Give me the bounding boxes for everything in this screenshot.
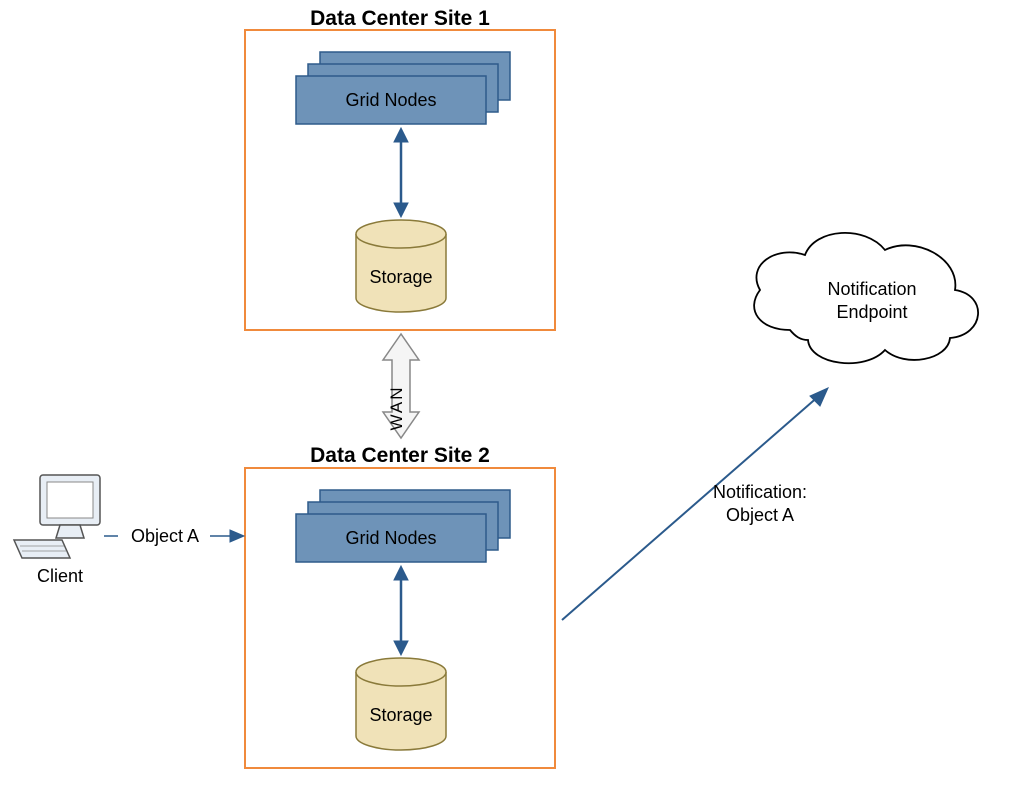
site-1-nodes: Grid Nodes	[296, 52, 510, 124]
site-2-nodes-label: Grid Nodes	[345, 528, 436, 548]
client-label: Client	[37, 566, 83, 586]
site-2-title: Data Center Site 2	[310, 444, 490, 467]
notification-label-1: Notification:	[713, 482, 807, 502]
notification-arrow	[562, 388, 828, 620]
endpoint-label-1: Notification	[827, 279, 916, 299]
notification-label-2: Object A	[726, 505, 794, 525]
site-2-nodes: Grid Nodes	[296, 490, 510, 562]
client: Client	[14, 475, 100, 586]
site-2-storage: Storage	[356, 658, 446, 750]
wan-connector: WAN	[383, 334, 419, 438]
site-2: Data Center Site 2 Grid Nodes Storage	[245, 444, 555, 768]
object-a-label: Object A	[131, 526, 199, 546]
site-1: Data Center Site 1 Grid Nodes Storage	[245, 7, 555, 330]
site-1-storage-label: Storage	[369, 267, 432, 287]
site-1-nodes-label: Grid Nodes	[345, 90, 436, 110]
wan-label: WAN	[387, 385, 406, 430]
diagram-canvas: Data Center Site 1 Grid Nodes Storage WA…	[0, 0, 1013, 811]
site-2-arrow	[394, 566, 408, 655]
endpoint-label-2: Endpoint	[836, 302, 907, 322]
computer-icon	[14, 475, 100, 558]
site-1-title: Data Center Site 1	[310, 7, 490, 30]
notification-endpoint: Notification Endpoint	[754, 233, 978, 363]
site-2-storage-label: Storage	[369, 705, 432, 725]
site-1-arrow	[394, 128, 408, 217]
site-1-storage: Storage	[356, 220, 446, 312]
